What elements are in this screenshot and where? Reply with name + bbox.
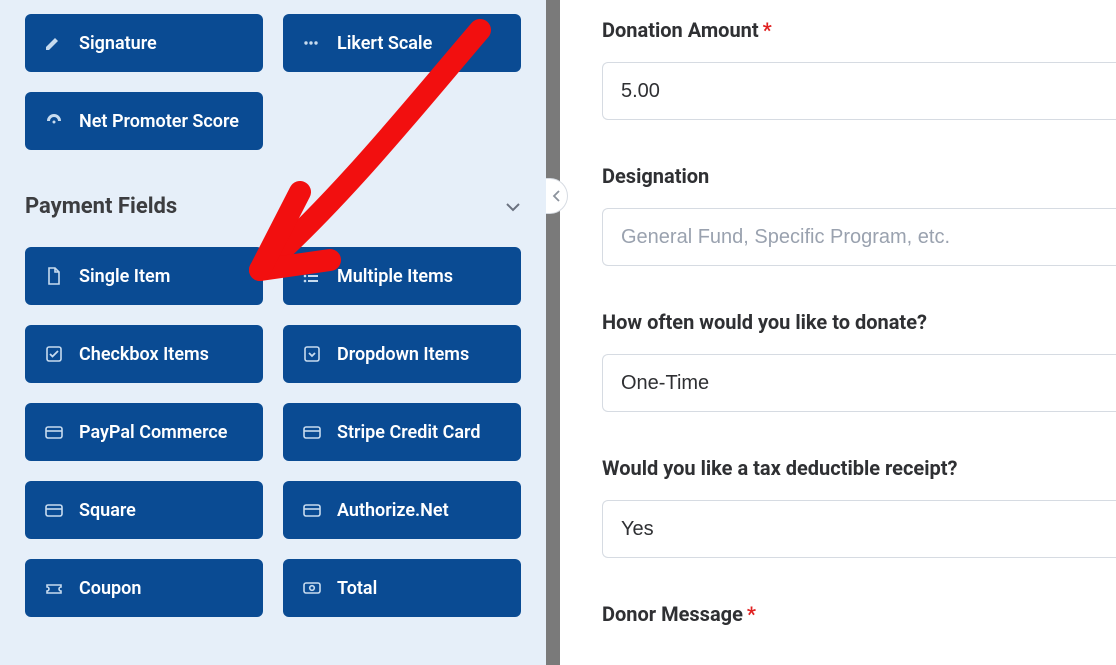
field-button-multiple-items[interactable]: Multiple Items	[283, 247, 521, 305]
form-input[interactable]	[602, 208, 1116, 266]
card-icon	[301, 421, 323, 443]
form-label: Donation Amount*	[602, 18, 1116, 42]
section-header-payment-fields[interactable]: Payment Fields	[25, 194, 521, 219]
form-label: How often would you like to donate?	[602, 310, 1116, 334]
field-button-label: Square	[79, 500, 136, 521]
pencil-icon	[43, 32, 65, 54]
field-button-paypal-commerce[interactable]: PayPal Commerce	[25, 403, 263, 461]
field-button-label: Likert Scale	[337, 33, 432, 54]
form-field: How often would you like to donate?	[602, 310, 1116, 412]
section-title: Payment Fields	[25, 194, 177, 219]
field-button-stripe-credit-card[interactable]: Stripe Credit Card	[283, 403, 521, 461]
field-button-label: Authorize.Net	[337, 500, 449, 521]
field-button-label: Coupon	[79, 578, 141, 599]
card-icon	[43, 421, 65, 443]
card-icon	[43, 499, 65, 521]
field-button-total[interactable]: Total	[283, 559, 521, 617]
ticket-icon	[43, 577, 65, 599]
field-button-label: Single Item	[79, 266, 170, 287]
field-button-authorize-net[interactable]: Authorize.Net	[283, 481, 521, 539]
form-label: Designation	[602, 164, 1116, 188]
form-field: Donation Amount*	[602, 18, 1116, 120]
form-label: Would you like a tax deductible receipt?	[602, 456, 1116, 480]
fields-sidebar: SignatureLikert ScaleNet Promoter Score …	[0, 0, 560, 665]
gauge-icon	[43, 110, 65, 132]
field-button-label: Signature	[79, 33, 157, 54]
field-button-signature[interactable]: Signature	[25, 14, 263, 72]
field-button-label: Net Promoter Score	[79, 111, 239, 132]
file-icon	[43, 265, 65, 287]
form-label: Donor Message*	[602, 602, 1116, 626]
field-button-coupon[interactable]: Coupon	[25, 559, 263, 617]
required-marker: *	[747, 602, 756, 626]
form-label-text: How often would you like to donate?	[602, 310, 927, 334]
field-button-label: PayPal Commerce	[79, 422, 228, 443]
caret-square-icon	[301, 343, 323, 365]
dots-icon	[301, 32, 323, 54]
form-field: Would you like a tax deductible receipt?	[602, 456, 1116, 558]
field-button-label: Total	[337, 578, 377, 599]
form-label-text: Would you like a tax deductible receipt?	[602, 456, 957, 480]
form-preview-panel: Donation Amount*DesignationHow often wou…	[560, 0, 1116, 665]
form-field: Designation	[602, 164, 1116, 266]
required-marker: *	[763, 18, 772, 42]
form-input[interactable]	[602, 354, 1116, 412]
field-button-single-item[interactable]: Single Item	[25, 247, 263, 305]
field-button-label: Stripe Credit Card	[337, 422, 480, 443]
field-button-label: Dropdown Items	[337, 344, 469, 365]
field-button-square[interactable]: Square	[25, 481, 263, 539]
field-button-net-promoter-score[interactable]: Net Promoter Score	[25, 92, 263, 150]
chevron-down-icon	[505, 194, 521, 219]
form-label-text: Donation Amount	[602, 18, 759, 42]
form-field: Donor Message*	[602, 602, 1116, 626]
field-button-checkbox-items[interactable]: Checkbox Items	[25, 325, 263, 383]
field-button-likert-scale[interactable]: Likert Scale	[283, 14, 521, 72]
money-icon	[301, 577, 323, 599]
chevron-left-icon	[552, 187, 562, 206]
form-input[interactable]	[602, 500, 1116, 558]
form-label-text: Donor Message	[602, 602, 743, 626]
list-icon	[301, 265, 323, 287]
form-input[interactable]	[602, 62, 1116, 120]
field-button-dropdown-items[interactable]: Dropdown Items	[283, 325, 521, 383]
field-button-label: Multiple Items	[337, 266, 453, 287]
form-label-text: Designation	[602, 164, 709, 188]
check-square-icon	[43, 343, 65, 365]
card-icon	[301, 499, 323, 521]
field-button-label: Checkbox Items	[79, 344, 209, 365]
